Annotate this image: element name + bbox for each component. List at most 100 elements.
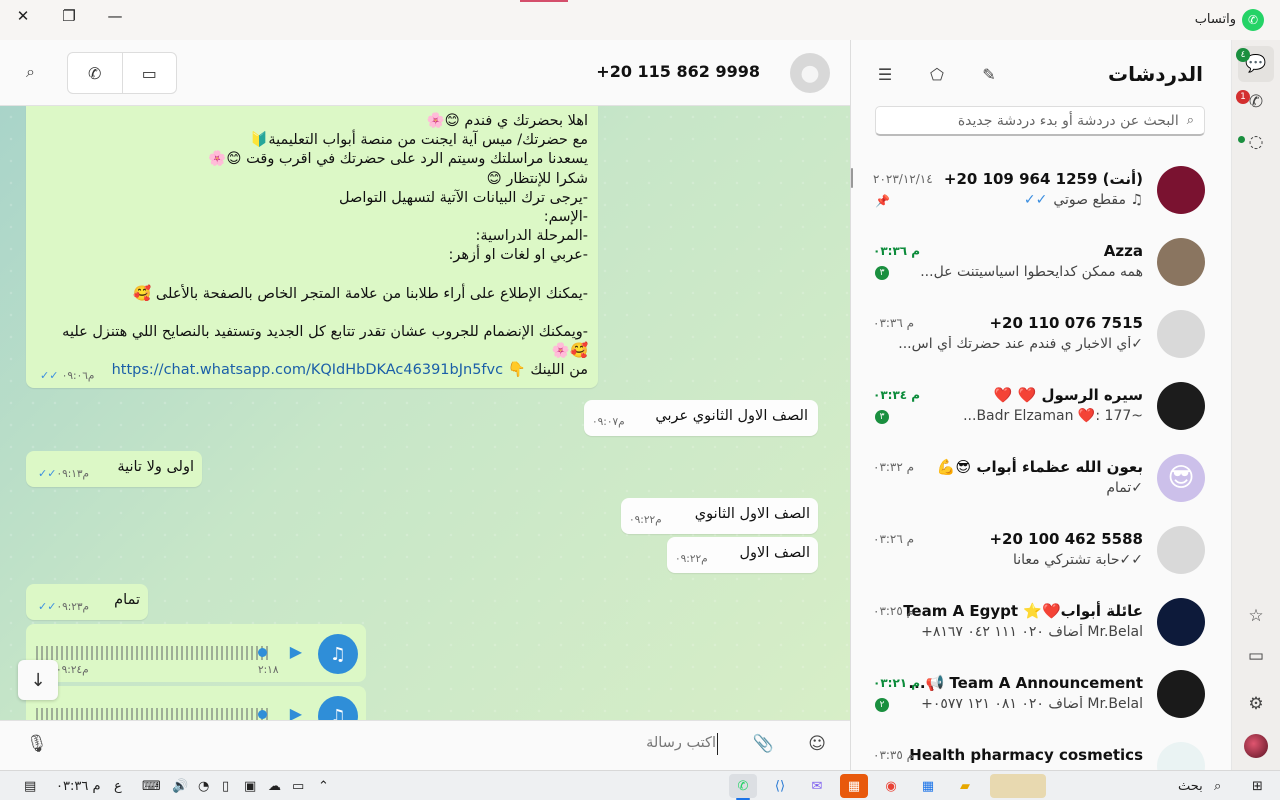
phone-link-icon[interactable]: ▯	[222, 776, 229, 796]
chat-list-item[interactable]: (أنت) 1259 964 109 20+ ♫ مقطع صوتي✓✓ ٢٠٢٣/…	[851, 166, 1205, 238]
filter-button[interactable]: ☰	[871, 62, 899, 86]
message-time: م٠٩:٠٧	[592, 416, 625, 428]
taskbar-store[interactable]: ▦	[914, 774, 942, 798]
message-text: اولى ولا تانية	[117, 459, 194, 475]
voice-record-button[interactable]: 🎙	[26, 734, 48, 754]
read-ticks-icon: ✓✓	[38, 467, 57, 480]
voice-call-button[interactable]: ✆	[68, 53, 122, 93]
message-text: الصف الاول الثانوي عربي	[655, 408, 808, 424]
restore-window-button[interactable]: ❐	[46, 0, 92, 32]
chat-list-item[interactable]: 7515 076 110 20+ ✓أي الاخبار ي فندم عند ح…	[873, 310, 1205, 382]
contact-name[interactable]: +20 115 862 9998	[596, 62, 760, 81]
chat-name: (أنت) 1259 964 109 20+	[943, 170, 1143, 188]
taskbar-explorer[interactable]: ▰	[951, 774, 979, 798]
chat-list-item[interactable]: عائلة أبواب❤️⭐ Team A Egypt Mr.Belal أضاف…	[873, 598, 1205, 670]
emoji-button[interactable]: ☺	[808, 734, 826, 754]
taskbar-vscode[interactable]: ⟨⟩	[766, 774, 794, 798]
rail-archived-button[interactable]: ▭	[1238, 638, 1274, 674]
message-line: 🥰🌸	[551, 343, 588, 360]
close-window-button[interactable]: ✕	[0, 0, 46, 32]
voice-seek-handle[interactable]	[258, 648, 267, 657]
chat-preview: ✓أي الاخبار ي فندم عند حضرتك أي اس...	[898, 336, 1143, 352]
display-icon[interactable]: ▣	[244, 776, 256, 796]
new-chat-button[interactable]: ✎	[975, 62, 1003, 86]
chat-time: م ٠٣:٣٦	[873, 244, 921, 258]
emoji-icon: ☺	[808, 734, 826, 754]
unread-badge: ٣	[875, 410, 889, 424]
taskbar-app-orange[interactable]: ▦	[840, 774, 868, 798]
taskbar-widget[interactable]	[990, 774, 1046, 798]
contact-avatar[interactable]: ●	[790, 53, 830, 93]
archive-icon: ▭	[1247, 646, 1265, 666]
input-language[interactable]: ع	[114, 776, 122, 796]
profile-avatar[interactable]	[1244, 734, 1268, 758]
chat-time: م ٠٣:٢٥	[873, 604, 915, 618]
chat-avatar	[1157, 310, 1205, 358]
message-time: ✓✓م٠٩:١٣	[38, 467, 90, 480]
read-ticks-icon: ✓✓	[38, 600, 57, 613]
taskbar-messenger[interactable]: ✉	[803, 774, 831, 798]
chat-list-item[interactable]: Team A Announcement 📢... Mr.Belal أضاف ٠٢…	[873, 670, 1205, 742]
status-dot	[1238, 136, 1245, 143]
chat-name: عائلة أبواب❤️⭐ Team A Egypt	[903, 602, 1143, 620]
link-prefix: من اللينك 👇	[507, 362, 588, 379]
group-invite-link[interactable]: https://chat.whatsapp.com/KQIdHbDKAc4639…	[112, 362, 504, 378]
message-composer: 🎙 اكتب رسالة 📎 ☺	[0, 720, 850, 770]
chat-list-item[interactable]: Health pharmacy cosmetics م ٠٣:٣٥	[873, 742, 1205, 770]
notifications-icon[interactable]: ▤	[24, 776, 36, 796]
rail-starred-button[interactable]: ☆	[1238, 598, 1274, 634]
message-area: اهلا بحضرتك ي فندم 😊🌸 مع حضرتك/ ميس آية ا…	[0, 106, 850, 720]
text-caret	[717, 733, 718, 755]
search-icon[interactable]: ⌕	[1214, 776, 1221, 796]
video-icon: ▭	[141, 63, 157, 83]
keyboard-icon[interactable]: ⌨	[142, 776, 161, 796]
labels-button[interactable]: ⬠	[923, 62, 951, 86]
title-bar: ✕ ❐ — واتساب ✆	[0, 0, 1280, 40]
scroll-to-bottom-button[interactable]: ↓	[18, 660, 58, 700]
play-voice-button[interactable]: ▶	[290, 704, 302, 720]
rail-settings-button[interactable]: ⚙	[1238, 686, 1274, 722]
chat-avatar	[1157, 526, 1205, 574]
message-bubble: الصف الاول الثانوي عربي م٠٩:٠٧	[584, 400, 818, 436]
voice-seek-handle[interactable]	[258, 710, 267, 719]
video-call-button[interactable]: ▭	[121, 53, 177, 93]
chat-time: م ٠٣:٢٦	[873, 532, 915, 546]
minimize-window-button[interactable]: —	[92, 0, 138, 32]
chat-avatar	[1157, 382, 1205, 430]
paperclip-icon: 📎	[752, 734, 774, 754]
message-input[interactable]: اكتب رسالة	[646, 735, 716, 751]
chat-list-item[interactable]: 😎 بعون الله عظماء أبواب 😎💪 ✓تمام م ٠٣:٣٢	[873, 454, 1205, 526]
taskbar-chrome[interactable]: ◉	[877, 774, 905, 798]
chevron-up-icon[interactable]: ⌃	[318, 776, 329, 796]
voice-waveform[interactable]	[36, 708, 268, 720]
chat-time: م ٠٣:٣٤	[873, 388, 921, 402]
chat-list-item[interactable]: سيره الرسول ❤️ ❤️ ~177 :❤️ Badr Elzaman..…	[873, 382, 1205, 454]
voice-duration: ٢:١٨	[258, 664, 279, 676]
chat-list-item[interactable]: 5588 462 100 20+ ✓✓حابة تشتركي معانا م ٠٣:…	[873, 526, 1205, 598]
taskbar-whatsapp[interactable]: ✆	[729, 774, 757, 798]
battery-icon[interactable]: ▭	[292, 776, 304, 796]
message-line	[36, 266, 588, 285]
start-button[interactable]: ⊞	[1252, 776, 1263, 796]
volume-icon[interactable]: 🔊	[172, 776, 188, 796]
taskbar-search-label[interactable]: بحث	[1178, 776, 1203, 796]
message-bubble: الصف الاول الثانوي م٠٩:٢٢	[621, 498, 818, 534]
chat-search-input[interactable]: البحث عن دردشة أو بدء دردشة جديدة ⌕	[875, 106, 1205, 136]
chat-list-item[interactable]: Azza همه ممكن كدايحطوا اسياسيتنت عل... م ٠…	[873, 238, 1205, 310]
onedrive-icon[interactable]: ☁	[268, 776, 281, 796]
chat-name: Team A Announcement 📢...	[908, 674, 1143, 692]
chat-name: Health pharmacy cosmetics	[909, 746, 1143, 764]
conversation-search-button[interactable]: ⌕	[26, 62, 35, 82]
message-line: يسعدنا مراسلتك وسيتم الرد على حضرتك في ا…	[208, 151, 588, 168]
attach-button[interactable]: 📎	[753, 734, 774, 754]
message-bubble: الصف الاول م٠٩:٢٢	[667, 537, 818, 573]
message-time: م٠٩:٢٢	[675, 553, 708, 565]
microphone-icon: 🎙	[26, 734, 48, 754]
wifi-icon[interactable]: ◔	[198, 776, 209, 796]
play-voice-button[interactable]: ▶	[290, 642, 302, 661]
taskbar-clock[interactable]: م ٠٣:٣٦	[56, 776, 101, 796]
message-line: -يمكنك الإطلاع على أراء طلابنا من علامة …	[133, 285, 588, 302]
voice-waveform[interactable]	[36, 646, 268, 660]
chat-list-panel: الدردشات ✎ ⬠ ☰ البحث عن دردشة أو بدء درد…	[850, 40, 1232, 770]
chat-avatar	[1157, 238, 1205, 286]
